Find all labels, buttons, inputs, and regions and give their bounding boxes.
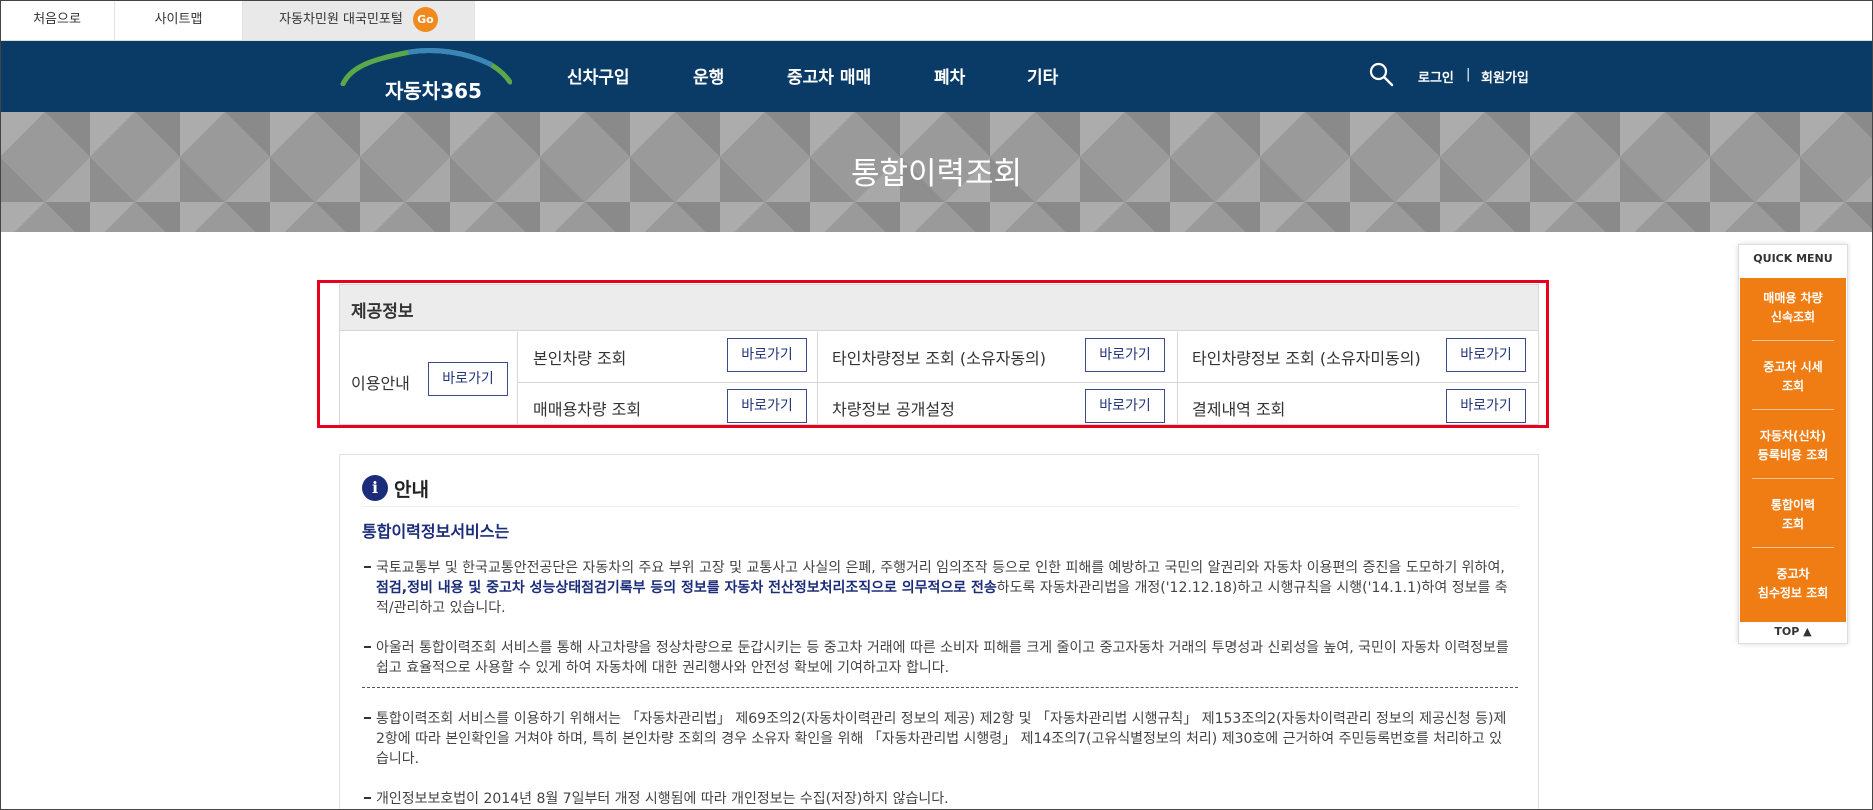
page-title: 통합이력조회 xyxy=(850,156,1023,192)
quick-item-registration-cost[interactable]: 자동차(신차) 등록비용 조회 xyxy=(1740,427,1846,465)
nav-item-driving[interactable]: 운행 xyxy=(693,63,724,88)
quick-item-used-car-price[interactable]: 중고차 시세 조회 xyxy=(1740,358,1846,396)
quick-menu-list: 매매용 차량 신속조회 중고차 시세 조회 자동차(신차) 등록비용 조회 통합이력 조… xyxy=(1740,278,1846,622)
quick-item-sale-vehicle[interactable]: 매매용 차량 신속조회 xyxy=(1740,289,1846,327)
nav-item-new-car[interactable]: 신차구입 xyxy=(567,63,630,88)
quick-item-history[interactable]: 통합이력 조회 xyxy=(1740,496,1846,534)
logo-text: 자동차365 xyxy=(385,79,482,103)
guide-title: 안내 xyxy=(394,479,429,501)
page-banner: 통합이력조회 xyxy=(0,112,1873,232)
guide-paragraph-2: 아울러 통합이력조회 서비스를 통해 사고차량을 정상차량으로 둔갑시키는 등 … xyxy=(362,638,1512,678)
portal-link[interactable]: 자동차민원 대국민포털 Go xyxy=(243,0,475,40)
guide-panel: i 안내 통합이력정보서비스는 국토교통부 및 한국교통안전공단은 자동차의 주… xyxy=(339,454,1539,810)
nav-item-etc[interactable]: 기타 xyxy=(1027,63,1058,88)
auth-separator: | xyxy=(1466,67,1471,82)
go-badge[interactable]: Go xyxy=(412,7,438,32)
nav-item-scrap[interactable]: 폐차 xyxy=(934,63,965,88)
search-icon[interactable] xyxy=(1368,61,1394,91)
highlight-box xyxy=(317,280,1549,428)
utility-bar: 처음으로 사이트맵 자동차민원 대국민포털 Go xyxy=(0,0,1873,41)
quick-menu: QUICK MENU 매매용 차량 신속조회 중고차 시세 조회 자동차(신차) 등록… xyxy=(1738,244,1848,644)
quick-separator xyxy=(1752,547,1834,548)
login-link[interactable]: 로그인 xyxy=(1418,67,1454,86)
home-link[interactable]: 처음으로 xyxy=(0,0,115,40)
sitemap-link[interactable]: 사이트맵 xyxy=(115,0,243,40)
quick-separator xyxy=(1752,409,1834,410)
quick-separator xyxy=(1752,478,1834,479)
quick-menu-title: QUICK MENU xyxy=(1753,252,1833,265)
guide-paragraph-3: 통합이력조회 서비스를 이용하기 위해서는 「자동차관리법」 제69조의2(자동… xyxy=(362,709,1512,769)
info-icon: i xyxy=(362,475,388,501)
dashed-divider xyxy=(362,687,1518,688)
site-logo[interactable]: 자동차365 xyxy=(340,41,515,112)
portal-link-label: 자동차민원 대국민포털 xyxy=(279,12,403,27)
guide-paragraph-4: 개인정보보호법이 2014년 8월 7일부터 개정 시행됨에 따라 개인정보는 … xyxy=(362,789,1512,809)
nav-item-used-car[interactable]: 중고차 매매 xyxy=(787,63,871,88)
top-button[interactable]: TOP ▲ xyxy=(1739,625,1847,638)
guide-paragraph-1: 국토교통부 및 한국교통안전공단은 자동차의 주요 부위 고장 및 교통사고 사… xyxy=(362,558,1512,618)
join-link[interactable]: 회원가입 xyxy=(1481,67,1529,86)
guide-subtitle: 통합이력정보서비스는 xyxy=(362,522,510,541)
main-nav: 자동차365 신차구입 운행 중고차 매매 폐차 기타 로그인 | 회원가입 xyxy=(0,41,1873,112)
quick-separator xyxy=(1752,340,1834,341)
guide-divider xyxy=(362,506,1518,507)
quick-item-flood-info[interactable]: 중고차 침수정보 조회 xyxy=(1740,565,1846,603)
